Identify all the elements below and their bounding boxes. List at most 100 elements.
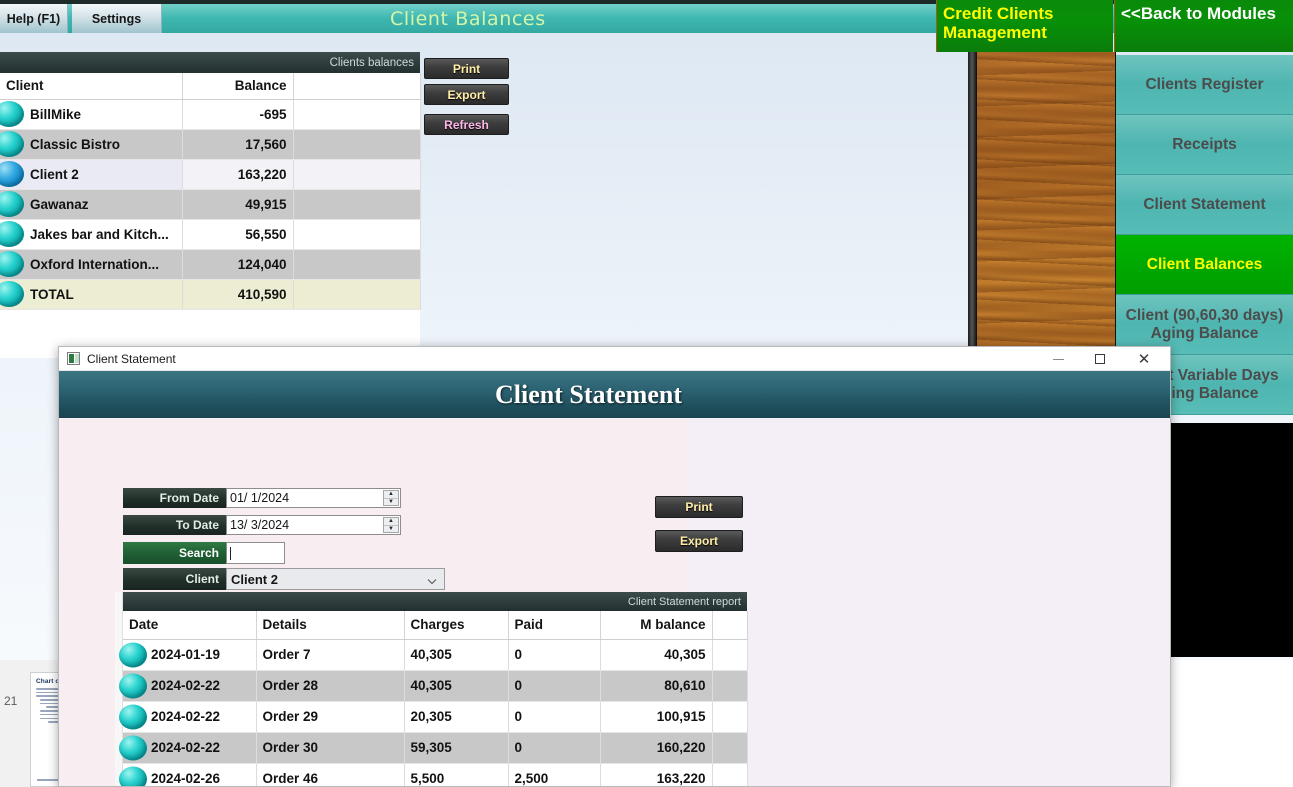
to-date-stepper[interactable]: ▲ ▼ [383, 517, 399, 533]
row-bullet-icon [0, 221, 24, 247]
cell-blank [712, 732, 748, 764]
table-row-selected[interactable]: Client 2 163,220 [0, 159, 421, 190]
back-to-modules-button[interactable]: <<Back to Modules [1114, 0, 1293, 52]
menu-item-help[interactable]: Help (F1) [0, 4, 68, 33]
clients-balances-caption: Clients balances [0, 52, 420, 73]
column-header-details[interactable]: Details [256, 611, 405, 640]
dialog-heading: Client Statement [494, 379, 682, 409]
cell-blank [293, 99, 421, 130]
column-header-balance[interactable]: Balance [182, 73, 294, 100]
column-header-date[interactable]: Date [123, 611, 257, 640]
row-bullet-icon [119, 704, 147, 729]
cell-client-label: TOTAL [30, 286, 74, 302]
column-header-paid[interactable]: Paid [508, 611, 601, 640]
row-bullet-icon [119, 766, 147, 786]
cell-paid: 0 [508, 701, 601, 733]
cell-client: BillMike [0, 99, 183, 130]
cell-blank [293, 249, 421, 280]
print-button-label: Print [452, 61, 481, 76]
cell-balance: 49,915 [182, 189, 294, 220]
table-row[interactable]: Gawanaz 49,915 [0, 189, 421, 220]
table-row[interactable]: Classic Bistro 17,560 [0, 129, 421, 160]
dialog-export-button[interactable]: Export [655, 530, 743, 552]
cell-charges: 40,305 [404, 639, 509, 671]
dialog-title-bar[interactable]: Client Statement ✕ [59, 347, 1170, 371]
table-row[interactable]: Oxford Internation... 124,040 [0, 249, 421, 280]
cell-blank [293, 159, 421, 190]
table-row[interactable]: 2024-02-26 Order 46 5,500 2,500 163,220 [119, 763, 748, 786]
search-row: Search [123, 542, 285, 564]
cell-details: Order 29 [256, 701, 405, 733]
row-bullet-icon [0, 281, 24, 307]
minimize-button[interactable] [1038, 347, 1078, 371]
close-button[interactable]: ✕ [1124, 347, 1164, 371]
to-date-input[interactable]: 13/ 3/2024 ▲ ▼ [226, 515, 401, 535]
cell-details: Order 30 [256, 732, 405, 764]
from-date-stepper[interactable]: ▲ ▼ [383, 490, 399, 506]
search-button[interactable]: Search [123, 542, 226, 564]
cell-paid: 0 [508, 670, 601, 702]
table-row[interactable]: 2024-01-19 Order 7 40,305 0 40,305 [119, 639, 748, 671]
column-header-client[interactable]: Client [0, 73, 183, 100]
maximize-button[interactable] [1080, 347, 1120, 371]
to-date-row: To Date 13/ 3/2024 ▲ ▼ [123, 515, 401, 535]
column-header-mbalance[interactable]: M balance [600, 611, 713, 640]
cell-charges: 20,305 [404, 701, 509, 733]
cell-blank [712, 639, 748, 671]
sidebar-item-receipts[interactable]: Receipts [1116, 115, 1293, 175]
print-button[interactable]: Print [424, 58, 509, 79]
cell-mbalance: 80,610 [600, 670, 713, 702]
sidebar-item-client-balances[interactable]: Client Balances [1116, 235, 1293, 295]
cell-details: Order 28 [256, 670, 405, 702]
cell-blank [293, 219, 421, 250]
column-header-blank[interactable] [712, 611, 748, 640]
dialog-print-button-label: Print [685, 500, 713, 514]
stepper-down-icon[interactable]: ▼ [384, 497, 398, 506]
tab-credit-clients-management[interactable]: Credit Clients Management [936, 0, 1113, 52]
cell-client: TOTAL [0, 279, 183, 310]
column-header-blank[interactable] [293, 73, 421, 100]
row-bullet-icon [0, 251, 24, 277]
table-row[interactable]: 2024-02-22 Order 30 59,305 0 160,220 [119, 732, 748, 764]
cell-balance: 163,220 [182, 159, 294, 190]
clients-balances-table: Client Balance BillMike -695 Classic Bis… [0, 73, 421, 310]
column-header-charges[interactable]: Charges [404, 611, 509, 640]
client-select[interactable]: Client 2 [226, 568, 445, 590]
dialog-export-button-label: Export [679, 534, 718, 548]
stepper-down-icon[interactable]: ▼ [384, 524, 398, 533]
to-date-label: To Date [123, 515, 226, 535]
cell-client-label: Client 2 [30, 166, 79, 182]
sidebar-item-client-statement[interactable]: Client Statement [1116, 175, 1293, 235]
menu-item-settings[interactable]: Settings [72, 4, 162, 33]
from-date-input[interactable]: 01/ 1/2024 ▲ ▼ [226, 488, 401, 508]
dialog-print-button[interactable]: Print [655, 496, 743, 518]
table-row[interactable]: Jakes bar and Kitch... 56,550 [0, 219, 421, 250]
cell-date: 2024-02-26 [119, 763, 257, 786]
table-row[interactable]: BillMike -695 [0, 99, 421, 130]
clients-balances-grid: Clients balances Client Balance BillMike [0, 52, 421, 358]
search-input[interactable] [226, 542, 285, 564]
table-row-total[interactable]: TOTAL 410,590 [0, 279, 421, 310]
back-to-modules-label: <<Back to Modules [1121, 4, 1276, 23]
table-row[interactable]: 2024-02-22 Order 29 20,305 0 100,915 [119, 701, 748, 733]
cell-charges: 59,305 [404, 732, 509, 764]
row-bullet-icon [119, 673, 147, 698]
minimize-icon [1052, 358, 1064, 360]
cell-blank [712, 701, 748, 733]
cell-client: Jakes bar and Kitch... [0, 219, 183, 250]
cell-date-label: 2024-02-26 [151, 771, 221, 786]
export-button[interactable]: Export [424, 84, 509, 105]
report-caption: Client Statement report [123, 592, 747, 611]
refresh-button[interactable]: Refresh [424, 114, 509, 135]
cell-blank [293, 189, 421, 220]
table-row[interactable]: 2024-02-22 Order 28 40,305 0 80,610 [119, 670, 748, 702]
sidebar-item-clients-register[interactable]: Clients Register [1116, 55, 1293, 115]
cell-client-label: BillMike [30, 106, 82, 122]
refresh-button-label: Refresh [444, 117, 489, 132]
sidebar-item-client-balances-label: Client Balances [1146, 255, 1263, 273]
cell-mbalance: 163,220 [600, 763, 713, 786]
cell-balance: 410,590 [182, 279, 294, 310]
client-statement-dialog: Client Statement ✕ Client Statement From… [58, 346, 1171, 787]
from-date-value: 01/ 1/2024 [230, 491, 290, 505]
chevron-down-icon [427, 575, 437, 585]
